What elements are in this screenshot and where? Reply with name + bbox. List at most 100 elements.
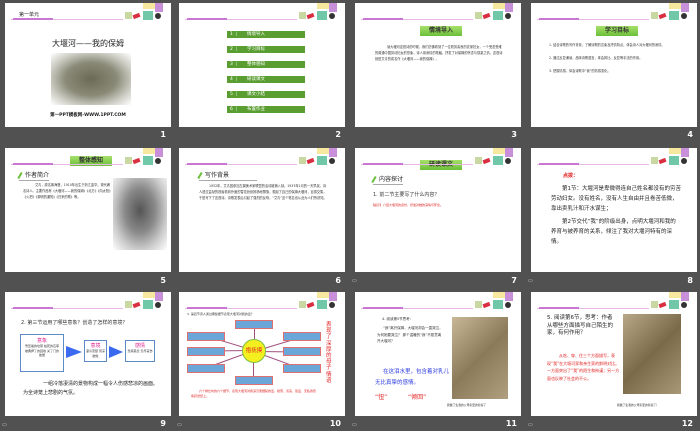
section-heading: 情境导入 [420, 26, 462, 36]
hint-label: 点拨： [563, 173, 579, 179]
keyword-1: “忸” [375, 394, 388, 401]
detail-box [187, 332, 225, 341]
slide-thumbnail-1[interactable]: 第一单元 大堰河——我的保姆 第一PPT模板网-WWW.1PPT.COM [5, 3, 171, 127]
corner-decoration [475, 3, 513, 21]
slide-number: 8 [687, 276, 693, 285]
notes-icon[interactable]: ▭ [177, 422, 182, 428]
body-text: 读大堰河这首诗的时候，我们仿佛看到了一位勤劳善良的农家妇女，一个受苦受难的普通中… [375, 45, 503, 61]
question: 5. 阅读第6节，思考：作者从哪些方面描写自己陌生的家，有何作用？ [547, 315, 614, 336]
menu-item-4[interactable]: 4 | 研读课文 [227, 76, 305, 83]
menu-item-3[interactable]: 3 | 整体感知 [227, 61, 305, 68]
slide-number: 1 [160, 130, 166, 139]
menu-item-1[interactable]: 1 | 情境导入 [227, 31, 305, 38]
header-line [11, 18, 123, 20]
slide-thumbnail-7[interactable]: 研读课文 内容探讨 1. 前二节主要写了什么内容？ 【提示】介绍大堰河的身份，抒… [355, 148, 521, 272]
header-line [185, 163, 297, 165]
slide-number: 6 [335, 276, 341, 285]
header-line [537, 18, 649, 20]
imagery-body: 雪压着的坟墓 枯死的瓦菲 被典押了的园地 关了门的故居 [25, 344, 59, 357]
menu-number: 2 [230, 47, 233, 52]
body-text: 1932年，艾青因参加左翼美术家联盟的活动被捕入狱。1933年1月的一天早晨，诗… [199, 184, 327, 200]
center-circle: 抱抚摸 [242, 339, 266, 363]
slide-thumbnail-12[interactable]: 5. 阅读第6节，思考：作者从哪些方面描写自己陌生的家，有何作用？ 从吃、穿、住… [531, 292, 697, 416]
arrow-icon [66, 346, 82, 358]
menu-label: 整体感知 [247, 62, 265, 67]
header-line [361, 307, 473, 309]
slide-thumbnail-5[interactable]: 整体感知 作者简介 艾青，原名蒋海澄，1910年出生于浙江金华。现代著名诗人。主… [5, 148, 171, 272]
family-drawing [623, 314, 681, 394]
header-line [185, 18, 297, 20]
menu-number: 4 [230, 77, 233, 82]
detail-box [283, 364, 321, 373]
arrow-icon [109, 346, 123, 358]
emotion-box: 感情 悲痛思念 无尽哀伤 [125, 340, 155, 362]
menu-item-5[interactable]: 5 | 课文小结 [227, 91, 305, 98]
header-line [361, 163, 473, 165]
slide-number: 7 [511, 276, 517, 285]
corner-decoration [125, 148, 163, 166]
side-note: 表现了深厚的母子情谊 [326, 322, 332, 384]
author-photo [113, 178, 167, 250]
detail-box [235, 320, 273, 329]
emotion-body: 悲痛思念 无尽哀伤 [127, 349, 153, 353]
corner-decoration [475, 148, 513, 166]
slide-thumbnail-6[interactable]: 写作背景 1932年，艾青因参加左翼美术家联盟的活动被捕入狱。1933年1月的一… [179, 148, 345, 272]
corner-decoration [651, 292, 689, 310]
question: 1. 前二节主要写了什么内容？ [373, 192, 440, 198]
subheading: 写作背景 [197, 170, 257, 181]
corner-decoration [125, 3, 163, 21]
subheading-text: 作者简介 [25, 172, 50, 179]
notes-icon[interactable]: ▭ [2, 422, 7, 428]
menu-number: 3 [230, 62, 233, 67]
notes-icon[interactable]: ▭ [528, 422, 533, 428]
detail-box [283, 332, 321, 341]
slide-thumbnail-9[interactable]: 2. 第三节运用了哪些意象？创造了怎样的意境？ 意象 雪压着的坟墓 枯死的瓦菲 … [5, 292, 171, 416]
mood-box: 意境 凄冷萧瑟 荒凉破败 [84, 340, 107, 362]
menu-item-2[interactable]: 2 | 学习目标 [227, 46, 305, 53]
slide-number: 3 [511, 130, 517, 139]
section-heading: 学习目标 [596, 26, 638, 36]
menu-label: 布置作业 [247, 107, 265, 112]
slide-thumbnail-8[interactable]: 点拨： 第1节：大堰河是卑微得连自己姓名都没有的穷苦劳动妇女。没有姓名，没有人生… [531, 148, 697, 272]
slide-number: 5 [160, 276, 166, 285]
prompt: 4. 阅读第5节思考： [382, 317, 414, 321]
subheading-text: 写作背景 [205, 172, 230, 179]
slide-number: 9 [160, 419, 166, 428]
detail-box [187, 347, 225, 356]
notes-icon[interactable]: ▭ [528, 278, 533, 284]
notes-icon[interactable]: ▭ [352, 278, 357, 284]
corner-decoration [299, 148, 337, 166]
slide-thumbnail-2[interactable]: 1 | 情境导入 2 | 学习目标 3 | 整体感知 4 | 研读课文 5 | 课文小结 6 | 布置作业 [179, 3, 345, 127]
pencil-icon [17, 171, 23, 180]
slide-thumbnail-11[interactable]: 4. 阅读第5节思考： “我”离开保姆，大堰河却会一直哭泣，为何她要哭泣？ 那个… [355, 292, 521, 416]
corner-decoration [475, 292, 513, 310]
section-heading: 研读课文 [420, 160, 462, 170]
subheading: 作者简介 [17, 170, 50, 181]
menu-label: 课文小结 [247, 92, 265, 97]
corner-decoration [651, 148, 689, 166]
question: 3. 第四节诗人通过哪些细节表现大堰河对我的爱？ [187, 312, 254, 316]
portrait-drawing [452, 317, 508, 399]
corner-decoration [299, 3, 337, 21]
corner-decoration [651, 3, 689, 21]
footnote: 六个排比句的六个细节，表现大堰河对我深沉而细腻的爱，勤劳、善良、慈爱、无私的形象… [191, 389, 317, 398]
slide-thumbnail-4[interactable]: 学习目标 1. 结合诗歌的写作背景，了解诗歌的意象及抒情特点，体会诗人对大堰河的… [531, 3, 697, 127]
menu-item-6[interactable]: 6 | 布置作业 [227, 106, 305, 113]
notes-icon[interactable]: ▭ [352, 422, 357, 428]
objective-2: 2. 通过反复诵读，品味诗歌语言，体会排比、反复等手法的作用。 [549, 56, 643, 60]
detail-box [187, 364, 225, 373]
detail-box [283, 347, 321, 356]
menu-label: 情境导入 [247, 32, 265, 37]
image-caption: 我做了生我的父母家里的新客了！ [617, 403, 659, 407]
detail-box [235, 376, 273, 385]
menu-label: 研读课文 [247, 77, 265, 82]
header-line [537, 163, 649, 165]
slide-thumbnail-10[interactable]: 3. 第四节诗人通过哪些细节表现大堰河对我的爱？ 抱抚摸 表现了深厚的母子情谊 … [179, 292, 345, 416]
slide-thumbnail-3[interactable]: 情境导入 读大堰河这首诗的时候，我们仿佛看到了一位勤劳善良的农家妇女，一个受苦受… [355, 3, 521, 127]
header-line [537, 307, 649, 309]
header-line [11, 307, 123, 309]
imagery-title: 意象 [36, 338, 47, 344]
emotion-title: 感情 [134, 343, 145, 349]
slide-number: 10 [329, 419, 341, 428]
menu-number: 6 [230, 107, 233, 112]
